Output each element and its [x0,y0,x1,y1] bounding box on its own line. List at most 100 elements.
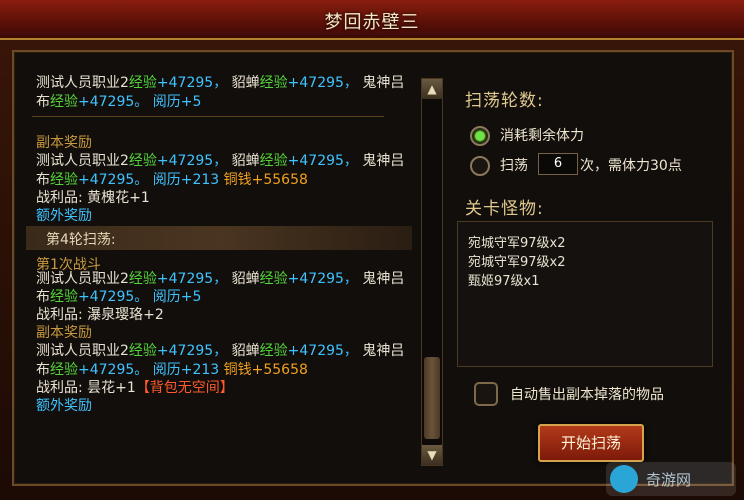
scroll-down-icon[interactable]: ▼ [422,445,442,465]
log-segment: 副本奖励 [36,135,92,151]
log-segment: 战利品: 瀑泉璎珞 [36,307,144,323]
option-use-remaining-label: 消耗剩余体力 [500,128,584,144]
log-line: 布经验+47295。 阅历+213 铜钱+55658 [36,359,308,379]
log-segment: +47295。 [78,172,149,188]
log-line: 额外奖励 [36,395,92,415]
log-segment: +47295。 [78,94,149,110]
log-segment: 战利品: 黄槐花 [36,190,130,206]
log-segment: 鬼神吕 [357,271,405,287]
log-line: 战利品: 昙花+1【背包无空间】 [36,377,234,397]
log-segment: +47295， [156,75,228,91]
log-segment: 布 [36,172,50,188]
log-segment: 貂蝉 [227,153,260,169]
scroll-thumb[interactable] [424,357,440,439]
game-window: 梦回赤壁三 测试人员职业2经验+47295， 貂蝉经验+47295， 鬼神吕 布经… [0,0,744,500]
monster-item: 宛城守军97级x2 [468,236,566,251]
round-header: 第4轮扫荡: [26,226,412,250]
auto-sell-checkbox[interactable] [474,382,498,406]
monster-list: 宛城守军97级x2 宛城守军97级x2 甄姬97级x1 [457,221,713,367]
watermark-text: 奇游网 [646,471,692,489]
log-segment: +2 [143,307,164,323]
window-title: 梦回赤壁三 [324,12,420,33]
watermark-logo-icon [610,465,638,493]
log-line: 布经验+47295。 阅历+5 [36,91,201,111]
sweep-count-suffix: 次，需体力30点 [580,158,682,174]
log-segment: +1 [115,380,136,396]
round-header-label: 第4轮扫荡: [46,232,116,248]
sweep-count-input[interactable]: 6 [538,153,578,175]
log-segment: 战利品: 昙花 [36,380,116,396]
log-line: 测试人员职业2经验+47295， 貂蝉经验+47295， 鬼神吕 [36,150,404,170]
log-line: 副本奖励 [36,322,92,342]
log-segment: 鬼神吕 [357,153,405,169]
log-segment: 经验 [128,153,157,169]
log-segment: 经验 [128,75,157,91]
log-line: 布经验+47295。 阅历+5 [36,286,201,306]
log-line: 额外奖励 [36,205,92,225]
log-line: 测试人员职业2经验+47295， 貂蝉经验+47295， 鬼神吕 [36,268,404,288]
log-segment: +47295， [156,343,228,359]
log-segment: +47295， [287,343,358,359]
log-segment: +47295， [287,153,358,169]
log-segment: +47295。 [78,289,149,305]
log-segment: 测试人员职业2 [36,153,129,169]
log-segment: 经验 [50,362,78,378]
log-segment: +1 [129,190,150,206]
log-segment: 副本奖励 [36,325,92,341]
log-segment: 测试人员职业2 [36,75,129,91]
log-segment: 貂蝉 [227,271,260,287]
log-segment: +5 [180,289,202,305]
log-segment: 鬼神吕 [357,75,405,91]
log-segment: 阅历 [148,172,181,188]
log-line: 战利品: 黄槐花+1 [36,187,150,207]
log-segment: 阅历 [148,289,181,305]
log-line: 副本奖励 [36,132,92,152]
log-line: 战利品: 瀑泉璎珞+2 [36,304,164,324]
log-segment: +47295， [287,271,358,287]
log-segment: +213 [180,172,220,188]
log-segment: +47295， [156,271,228,287]
log-line: 测试人员职业2经验+47295， 貂蝉经验+47295， 鬼神吕 [36,340,404,360]
log-segment: 经验 [50,94,78,110]
log-divider [32,116,384,117]
log-segment: 额外奖励 [36,208,92,224]
log-scrollbar[interactable]: ▲ ▼ [421,78,443,466]
log-segment: 铜钱 [219,172,252,188]
battle-log: 测试人员职业2经验+47295， 貂蝉经验+47295， 鬼神吕 布经验+4729… [26,72,418,462]
radio-use-remaining[interactable] [470,126,490,146]
log-segment: 貂蝉 [227,75,260,91]
log-segment: 经验 [50,289,78,305]
monster-item: 宛城守军97级x2 [468,255,566,270]
log-line: 测试人员职业2经验+47295， 貂蝉经验+47295， 鬼神吕 [36,72,404,92]
log-segment: 经验 [259,75,288,91]
monster-item: 甄姬97级x1 [468,274,540,289]
log-segment: 测试人员职业2 [36,343,129,359]
title-bar: 梦回赤壁三 [0,0,744,40]
monsters-title: 关卡怪物: [465,199,544,219]
log-segment: 布 [36,94,50,110]
log-segment: 经验 [128,271,157,287]
log-segment: 阅历 [148,94,181,110]
auto-sell-label: 自动售出副本掉落的物品 [510,387,664,403]
log-segment: +55658 [251,172,308,188]
log-segment: 布 [36,362,50,378]
log-segment: 经验 [259,343,288,359]
log-segment: +55658 [251,362,308,378]
log-segment: 布 [36,289,50,305]
log-segment: 阅历 [148,362,181,378]
log-segment: +47295， [156,153,228,169]
watermark: 奇游网 [606,462,736,496]
sweep-count-prefix: 扫荡 [500,158,528,174]
log-segment: 经验 [128,343,157,359]
log-segment: 貂蝉 [227,343,260,359]
radio-sweep-count[interactable] [470,156,490,176]
log-segment: 测试人员职业2 [36,271,129,287]
log-segment: 铜钱 [219,362,252,378]
scroll-up-icon[interactable]: ▲ [422,79,442,99]
start-sweep-button[interactable]: 开始扫荡 [538,424,644,462]
log-segment: 鬼神吕 [357,343,405,359]
log-segment: 经验 [259,153,288,169]
log-segment: +47295。 [78,362,149,378]
sweep-rounds-title: 扫荡轮数: [465,91,544,111]
log-segment: +5 [180,94,202,110]
